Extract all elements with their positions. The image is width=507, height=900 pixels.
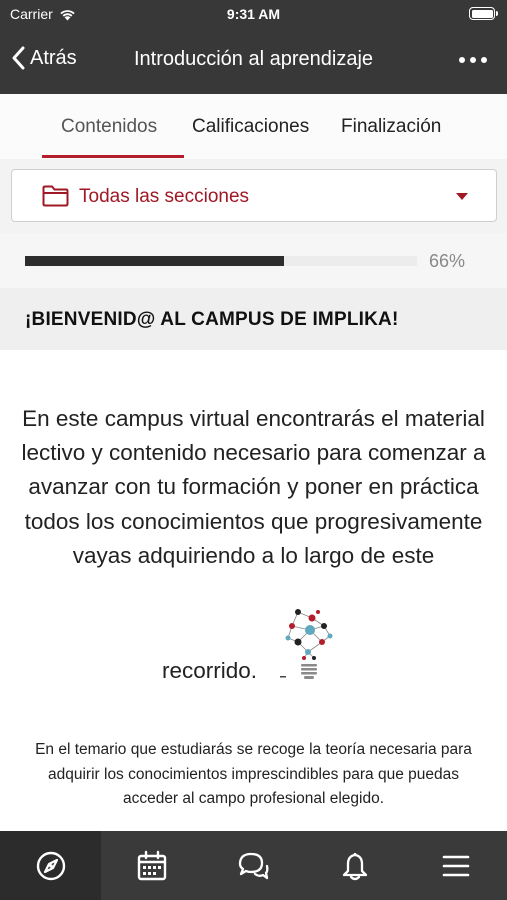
tab-finalizacion[interactable]: Finalización — [341, 116, 441, 138]
tab-bar: Contenidos Calificaciones Finalización — [0, 94, 507, 159]
bottom-nav-notifications[interactable] — [304, 831, 405, 900]
more-options-button[interactable] — [459, 48, 487, 72]
section-selector-label: Todas las secciones — [79, 186, 250, 207]
menu-icon — [442, 855, 470, 876]
bottom-nav — [0, 831, 507, 900]
intro-paragraph: En este campus virtual encontrarás el ma… — [21, 406, 486, 568]
bottom-nav-calendar[interactable] — [101, 831, 202, 900]
section-content: En este campus virtual encontrarás el ma… — [0, 350, 507, 831]
bell-icon — [342, 852, 368, 880]
status-bar: Carrier 9:31 AM — [0, 0, 507, 28]
caret-down-icon — [456, 193, 468, 200]
progress-bar — [25, 256, 417, 266]
chat-icon — [239, 852, 269, 879]
calendar-icon — [137, 850, 167, 880]
secondary-paragraph: En el temario que estudiarás se recoge l… — [35, 741, 472, 807]
bottom-nav-messages[interactable] — [203, 831, 304, 900]
progress-fill — [25, 256, 284, 266]
top-bar: Carrier 9:31 AM Atrás Introducción al ap… — [0, 0, 507, 94]
tab-calificaciones[interactable]: Calificaciones — [192, 116, 309, 138]
section-title: ¡BIENVENID@ AL CAMPUS DE IMPLIKA! — [25, 309, 399, 330]
clock: 9:31 AM — [226, 6, 281, 22]
intro-paragraph-end: recorrido. — [162, 658, 258, 683]
ellipsis-icon — [459, 57, 465, 63]
bottom-nav-courses[interactable] — [0, 831, 102, 900]
folder-icon — [42, 185, 69, 207]
page-title: Introducción al aprendizaje — [133, 48, 374, 70]
bottom-nav-menu[interactable] — [406, 831, 507, 900]
active-tab-indicator — [42, 155, 184, 158]
nav-bar: Atrás Introducción al aprendizaje — [0, 36, 507, 86]
section-header: ¡BIENVENID@ AL CAMPUS DE IMPLIKA! — [0, 288, 507, 350]
course-progress: 66% — [0, 233, 507, 288]
tab-contenidos[interactable]: Contenidos — [61, 116, 157, 138]
battery-icon — [469, 7, 498, 20]
progress-percentage: 66% — [429, 251, 466, 271]
compass-icon — [36, 851, 65, 880]
lightbulb-network-icon — [280, 609, 333, 679]
section-selector[interactable]: Todas las secciones — [11, 169, 497, 222]
